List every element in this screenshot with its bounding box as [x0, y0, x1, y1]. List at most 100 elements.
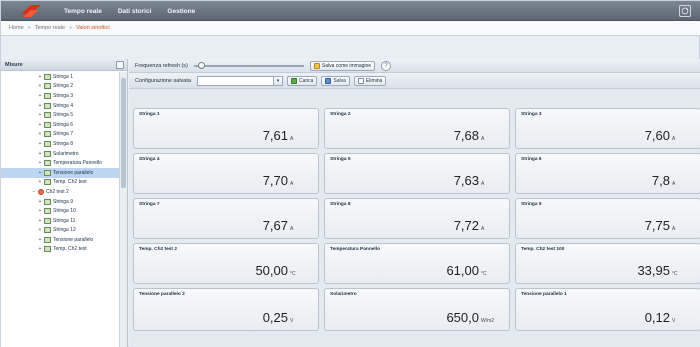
card-value: 50,00	[255, 263, 288, 278]
expand-toggle-icon[interactable]: +	[37, 179, 43, 185]
config-select[interactable]: ▾	[196, 75, 283, 86]
value-card: Stringa 3 7,60 A	[515, 108, 700, 149]
menu-item-dati-storici[interactable]: Dati storici	[110, 8, 160, 15]
card-value: 7,70	[262, 173, 288, 188]
sidebar-item[interactable]: + Stringa 2	[1, 82, 119, 92]
delete-icon	[357, 77, 364, 84]
expand-toggle-icon[interactable]: +	[37, 199, 43, 205]
card-value: 7,8	[651, 173, 670, 188]
config-label: Configurazione salvata	[135, 77, 191, 84]
menu-item-gestione[interactable]: Gestione	[159, 8, 203, 15]
measure-icon	[44, 102, 51, 109]
card-value: 7,60	[644, 128, 670, 143]
expand-toggle-icon[interactable]: +	[37, 74, 43, 80]
card-title: Tensione parallelo 2	[139, 292, 185, 297]
sidebar-item[interactable]: + Temperatura Pannello	[1, 158, 119, 168]
refresh-slider-handle[interactable]	[197, 61, 205, 69]
collapse-toggle-icon[interactable]: −	[31, 189, 37, 195]
sidebar-item[interactable]: + Stringa 3	[1, 91, 119, 101]
scrollbar-thumb[interactable]	[121, 78, 126, 188]
sidebar-item[interactable]: + Stringa 9	[1, 197, 119, 207]
sidebar-item[interactable]: + Stringa 11	[1, 216, 119, 226]
menu-item-tempo-reale[interactable]: Tempo reale	[56, 8, 110, 15]
card-title: Tensione parallelo 1	[521, 292, 567, 297]
measure-icon	[44, 198, 51, 205]
expand-toggle-icon[interactable]: +	[37, 160, 43, 166]
expand-toggle-icon[interactable]: +	[37, 208, 43, 214]
sidebar-item[interactable]: + Stringa 4	[1, 101, 119, 111]
sidebar-item[interactable]: + Temp. Ch2 test	[1, 245, 119, 255]
card-value: 0,12	[644, 310, 670, 325]
breadcrumb-separator: »	[27, 25, 31, 31]
breadcrumb-home[interactable]: Home	[9, 25, 24, 31]
app-window: Tempo reale Dati storici Gestione Home »…	[0, 0, 700, 347]
breadcrumb-tempo-reale[interactable]: Tempo reale	[35, 25, 65, 31]
sidebar-item[interactable]: + Stringa 12	[1, 226, 119, 236]
load-button[interactable]: Carica	[286, 75, 318, 86]
save-image-label: Salva come immagine	[321, 62, 372, 69]
card-unit: °C	[481, 271, 487, 277]
measure-icon	[44, 169, 51, 176]
sidebar-item[interactable]: + Temp. Ch2 test	[1, 178, 119, 188]
card-value: 33,95	[637, 263, 670, 278]
sidebar-item[interactable]: + Stringa 1	[1, 72, 119, 82]
expand-toggle-icon[interactable]: +	[37, 122, 43, 128]
expand-toggle-icon[interactable]: +	[37, 131, 43, 137]
expand-toggle-icon[interactable]: +	[37, 246, 43, 252]
breadcrumb-separator: »	[69, 25, 73, 31]
breadcrumb: Home » Tempo reale » Valori sinottici	[1, 21, 700, 36]
expand-toggle-icon[interactable]: +	[37, 141, 43, 147]
expand-toggle-icon[interactable]: +	[37, 83, 43, 89]
expand-toggle-icon[interactable]: +	[37, 170, 43, 176]
measure-icon	[44, 140, 51, 147]
card-title: Temperatura Pannello	[330, 247, 381, 252]
measure-icon	[44, 227, 51, 234]
sidebar-item[interactable]: + Tensione parallelo	[1, 167, 119, 178]
measure-icon	[44, 236, 51, 243]
measure-icon	[44, 208, 51, 215]
expand-toggle-icon[interactable]: +	[37, 218, 43, 224]
sidebar-item[interactable]: + Solarimetro	[1, 149, 119, 159]
image-icon	[313, 62, 320, 69]
delete-button[interactable]: Elimina	[353, 75, 387, 86]
expand-toggle-icon[interactable]: +	[37, 112, 43, 118]
sidebar-scrollbar[interactable]	[119, 72, 127, 347]
breadcrumb-current: Valori sinottici	[76, 25, 110, 31]
measure-icon	[44, 160, 51, 167]
card-unit: A	[481, 226, 485, 232]
expand-toggle-icon[interactable]: +	[37, 103, 43, 109]
top-menu-bar: Tempo reale Dati storici Gestione	[1, 1, 700, 21]
refresh-slider[interactable]	[193, 61, 304, 69]
refresh-icon[interactable]	[679, 5, 691, 17]
sidebar-item[interactable]: + Stringa 6	[1, 120, 119, 130]
sidebar-item[interactable]: + Stringa 10	[1, 206, 119, 216]
card-unit: A	[290, 136, 294, 142]
sidebar-item-label: Solarimetro	[53, 150, 79, 157]
collapse-icon[interactable]	[116, 61, 124, 69]
sidebar-item-label: Temp. Ch2 test	[53, 179, 87, 186]
main-panel: Frequenza refresh (s) Salva come immagin…	[129, 59, 700, 347]
card-unit: A	[481, 136, 485, 142]
card-title: Temp. Ch2 test 2	[139, 247, 178, 252]
value-card: Stringa 5 7,63 A	[324, 153, 510, 194]
card-unit: W/m2	[481, 318, 495, 324]
expand-toggle-icon[interactable]: +	[37, 151, 43, 157]
card-title: Stringa 5	[330, 157, 351, 162]
expand-toggle-icon[interactable]: +	[37, 227, 43, 233]
sidebar-item[interactable]: + Stringa 8	[1, 139, 119, 149]
expand-toggle-icon[interactable]: +	[37, 237, 43, 243]
sidebar-item[interactable]: − Ch2 test 2	[1, 187, 119, 197]
sidebar-item-label: Stringa 6	[53, 121, 74, 128]
expand-toggle-icon[interactable]: +	[37, 93, 43, 99]
save-image-button[interactable]: Salva come immagine	[309, 60, 376, 71]
chevron-down-icon[interactable]: ▾	[272, 76, 282, 85]
sidebar-item-label: Temperatura Pannello	[53, 160, 102, 167]
sidebar-item[interactable]: + Stringa 7	[1, 130, 119, 140]
sidebar-item-label: Stringa 2	[53, 83, 74, 90]
sidebar-item[interactable]: + Tensione parallelo	[1, 235, 119, 245]
card-title: Stringa 6	[521, 157, 542, 162]
card-title: Stringa 1	[139, 112, 160, 117]
save-button[interactable]: Salva	[321, 75, 350, 86]
sidebar-item[interactable]: + Stringa 5	[1, 110, 119, 120]
help-button[interactable]: ?	[381, 60, 392, 71]
